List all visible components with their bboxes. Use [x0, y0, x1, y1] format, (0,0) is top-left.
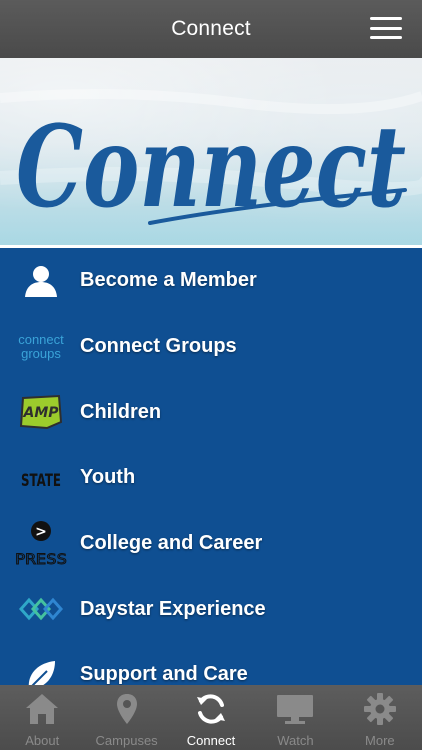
list-item-label: Become a Member	[80, 269, 257, 292]
svg-text:PRESS: PRESS	[15, 552, 67, 568]
svg-text:>: >	[35, 524, 47, 540]
location-pin-icon	[105, 689, 149, 729]
list-item-label: Children	[80, 400, 162, 423]
list-item-label: Support and Care	[80, 663, 248, 685]
state-logo: STATE	[12, 454, 70, 502]
press-logo: > PRESS	[12, 520, 70, 568]
list-item-college-and-career[interactable]: > PRESS College and Career	[0, 511, 422, 577]
tab-connect[interactable]: Connect	[169, 685, 253, 750]
banner-script-text: Connect	[16, 102, 406, 233]
tab-campuses[interactable]: Campuses	[84, 685, 168, 750]
tab-label: About	[25, 733, 60, 748]
home-icon	[20, 689, 64, 729]
svg-text:groups: groups	[21, 346, 61, 361]
svg-text:connect: connect	[18, 332, 64, 347]
list-item-become-a-member[interactable]: Become a Member	[0, 248, 422, 314]
tab-label: More	[365, 733, 395, 748]
connect-groups-logo: connect groups	[12, 323, 70, 371]
amp-logo: AMP	[12, 388, 70, 436]
menu-bar-line	[370, 17, 402, 20]
connect-menu-list: Become a Member connect groups Connect G…	[0, 248, 422, 685]
list-item-label: Daystar Experience	[80, 597, 266, 620]
hamburger-menu-button[interactable]	[370, 17, 402, 39]
menu-bar-line	[370, 26, 402, 30]
page-title: Connect	[171, 17, 251, 40]
tab-label: Watch	[277, 733, 314, 748]
svg-text:AMP: AMP	[22, 405, 59, 421]
monitor-icon	[273, 689, 317, 729]
list-item-children[interactable]: AMP Children	[0, 379, 422, 445]
gear-icon	[358, 689, 402, 729]
tab-more[interactable]: More	[338, 685, 422, 750]
list-item-label: College and Career	[80, 532, 263, 555]
banner-script-art: Connect	[0, 89, 422, 233]
list-item-label: Connect Groups	[80, 335, 237, 358]
list-item-label: Youth	[80, 466, 136, 489]
bottom-tab-bar: About Campuses Connect Watch More	[0, 685, 422, 750]
list-item-support-and-care[interactable]: Support and Care	[0, 642, 422, 685]
svg-text:STATE: STATE	[21, 471, 61, 491]
person-icon	[12, 257, 70, 305]
tab-watch[interactable]: Watch	[253, 685, 337, 750]
tab-label: Connect	[186, 733, 236, 748]
list-item-youth[interactable]: STATE Youth	[0, 445, 422, 511]
leaf-icon	[12, 651, 70, 685]
list-item-connect-groups[interactable]: connect groups Connect Groups	[0, 314, 422, 380]
list-item-daystar-experience[interactable]: Daystar Experience	[0, 576, 422, 642]
menu-bar-line	[370, 36, 402, 39]
connect-banner: Connect	[0, 58, 422, 248]
tab-label: Campuses	[95, 733, 158, 748]
refresh-icon	[189, 689, 233, 729]
daystar-logo	[12, 585, 70, 633]
header-bar: Connect	[0, 0, 422, 58]
tab-about[interactable]: About	[0, 685, 84, 750]
